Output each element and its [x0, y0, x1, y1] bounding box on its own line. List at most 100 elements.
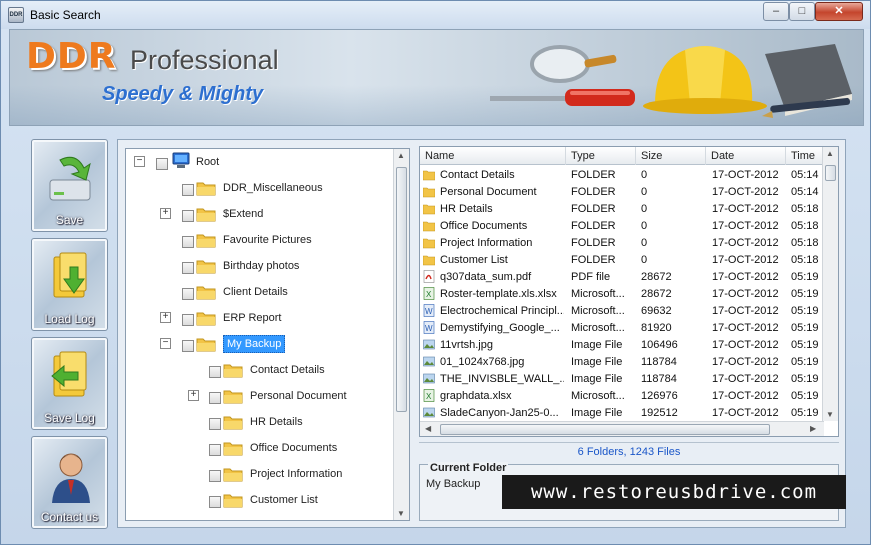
cell-date: 17-OCT-2012 — [712, 356, 779, 368]
current-folder-path: My Backup — [426, 478, 481, 490]
folder-icon — [196, 310, 216, 329]
scrollbar-thumb[interactable] — [440, 424, 770, 435]
cell-date: 17-OCT-2012 — [712, 237, 779, 249]
cell-time: 05:14 — [791, 186, 819, 198]
column-header-time[interactable]: Time — [786, 147, 826, 165]
tree-node-label: My Backup — [223, 335, 286, 353]
table-row[interactable]: Contact Details FOLDER 0 17-OCT-2012 05:14 — [420, 167, 824, 184]
tree-checkbox[interactable] — [209, 496, 221, 508]
cell-time: 05:19 — [791, 305, 819, 317]
table-row[interactable]: Office Documents FOLDER 0 17-OCT-2012 05:18 — [420, 218, 824, 235]
tree-checkbox[interactable] — [209, 366, 221, 378]
contact-us-button[interactable]: Contact us — [31, 436, 108, 529]
table-row[interactable]: W Electrochemical Principl... Microsoft...… — [420, 303, 824, 320]
tree-checkbox[interactable] — [182, 314, 194, 326]
folder-tree[interactable]: − Root DDR_Miscellaneous + $Extend Favourit… — [125, 148, 410, 521]
tree-checkbox[interactable] — [209, 392, 221, 404]
tree-checkbox[interactable] — [156, 158, 168, 170]
cell-time: 05:19 — [791, 407, 819, 419]
cell-time: 05:19 — [791, 390, 819, 402]
tree-node-label: Client Details — [223, 286, 288, 298]
cell-date: 17-OCT-2012 — [712, 203, 779, 215]
tree-checkbox[interactable] — [209, 418, 221, 430]
table-row[interactable]: SladeCanyon-Jan25-0... Image File 192512 17… — [420, 405, 824, 422]
tree-checkbox[interactable] — [182, 236, 194, 248]
cell-type: FOLDER — [571, 220, 616, 232]
table-row[interactable]: HR Details FOLDER 0 17-OCT-2012 05:18 — [420, 201, 824, 218]
table-row[interactable]: W Demystifying_Google_... Microsoft... 8192… — [420, 320, 824, 337]
cell-name: q307data_sum.pdf — [440, 271, 532, 283]
table-row[interactable]: 01_1024x768.jpg Image File 118784 17-OCT-20… — [420, 354, 824, 371]
scroll-up-icon[interactable]: ▲ — [397, 151, 405, 160]
tree-vertical-scrollbar[interactable]: ▲ ▼ — [393, 149, 409, 520]
cell-type: Microsoft... — [571, 288, 625, 300]
folder-icon — [223, 388, 243, 407]
cell-name: Office Documents — [440, 220, 528, 232]
svg-text:W: W — [425, 324, 433, 333]
scroll-up-icon[interactable]: ▲ — [826, 149, 834, 158]
tree-checkbox[interactable] — [209, 470, 221, 482]
collapse-icon[interactable]: − — [134, 156, 145, 167]
cell-size: 118784 — [641, 373, 677, 385]
tree-checkbox[interactable] — [182, 288, 194, 300]
table-row[interactable]: q307data_sum.pdf PDF file 28672 17-OCT-2012… — [420, 269, 824, 286]
cell-time: 05:19 — [791, 288, 819, 300]
table-row[interactable]: Project Information FOLDER 0 17-OCT-2012 05:… — [420, 235, 824, 252]
cell-type: FOLDER — [571, 203, 616, 215]
website-watermark: www.restoreusbdrive.com — [502, 475, 846, 509]
scroll-right-icon[interactable]: ▶ — [810, 424, 816, 433]
tree-checkbox[interactable] — [182, 340, 194, 352]
cell-size: 0 — [641, 169, 648, 181]
table-row[interactable]: 11vrtsh.jpg Image File 106496 17-OCT-2012 05… — [420, 337, 824, 354]
tree-node-label: Root — [196, 156, 220, 168]
folder-icon — [196, 232, 216, 251]
table-row[interactable]: Personal Document FOLDER 0 17-OCT-2012 05:14 — [420, 184, 824, 201]
file-list[interactable]: Name Type Size Date Time Contact Details… — [419, 146, 839, 437]
save-button[interactable]: Save — [31, 139, 108, 232]
title-bar[interactable]: DDR Basic Search – □ ✕ — [1, 1, 870, 29]
tree-node-label: ERP Report — [223, 312, 282, 324]
scroll-down-icon[interactable]: ▼ — [826, 410, 834, 419]
scrollbar-thumb[interactable] — [825, 165, 836, 181]
expand-icon[interactable]: + — [160, 208, 171, 219]
scroll-left-icon[interactable]: ◀ — [425, 424, 431, 433]
cell-time: 05:18 — [791, 203, 819, 215]
tree-checkbox[interactable] — [182, 184, 194, 196]
cell-name: Customer List — [440, 254, 508, 266]
table-row[interactable]: Customer List FOLDER 0 17-OCT-2012 05:18 — [420, 252, 824, 269]
tree-node-label: HR Details — [250, 416, 303, 428]
column-header-size[interactable]: Size — [636, 147, 706, 165]
table-row[interactable]: X Roster-template.xls.xlsx Microsoft... 286… — [420, 286, 824, 303]
list-horizontal-scrollbar[interactable]: ◀ ▶ — [420, 421, 824, 436]
cell-type: FOLDER — [571, 237, 616, 249]
save-log-icon — [51, 351, 87, 397]
folder-icon — [223, 466, 243, 485]
list-vertical-scrollbar[interactable]: ▲ ▼ — [822, 147, 838, 421]
column-header-type[interactable]: Type — [566, 147, 636, 165]
cell-time: 05:18 — [791, 237, 819, 249]
cell-time: 05:19 — [791, 271, 819, 283]
tree-checkbox[interactable] — [182, 262, 194, 274]
table-row[interactable]: THE_INVISBLE_WALL_... Image File 118784 17-… — [420, 371, 824, 388]
svg-text:X: X — [426, 290, 432, 299]
tree-node-label: DDR_Miscellaneous — [223, 182, 323, 194]
close-button[interactable]: ✕ — [815, 2, 863, 21]
scrollbar-thumb[interactable] — [396, 167, 407, 412]
cell-date: 17-OCT-2012 — [712, 220, 779, 232]
collapse-icon[interactable]: − — [160, 338, 171, 349]
expand-icon[interactable]: + — [188, 390, 199, 401]
tree-checkbox[interactable] — [182, 210, 194, 222]
table-row[interactable]: Xgraphdata.xlsx Microsoft... 126976 17-OCT-… — [420, 388, 824, 405]
column-header-name[interactable]: Name — [420, 147, 566, 165]
cell-size: 28672 — [641, 288, 672, 300]
scroll-down-icon[interactable]: ▼ — [397, 509, 405, 518]
app-window: DDR Basic Search – □ ✕ DDR Professional … — [0, 0, 871, 545]
expand-icon[interactable]: + — [160, 312, 171, 323]
cell-type: Image File — [571, 373, 623, 385]
maximize-button[interactable]: □ — [789, 2, 815, 21]
minimize-button[interactable]: – — [763, 2, 789, 21]
load-log-button[interactable]: Load Log — [31, 238, 108, 331]
tree-checkbox[interactable] — [209, 444, 221, 456]
column-header-date[interactable]: Date — [706, 147, 786, 165]
save-log-button[interactable]: Save Log — [31, 337, 108, 430]
